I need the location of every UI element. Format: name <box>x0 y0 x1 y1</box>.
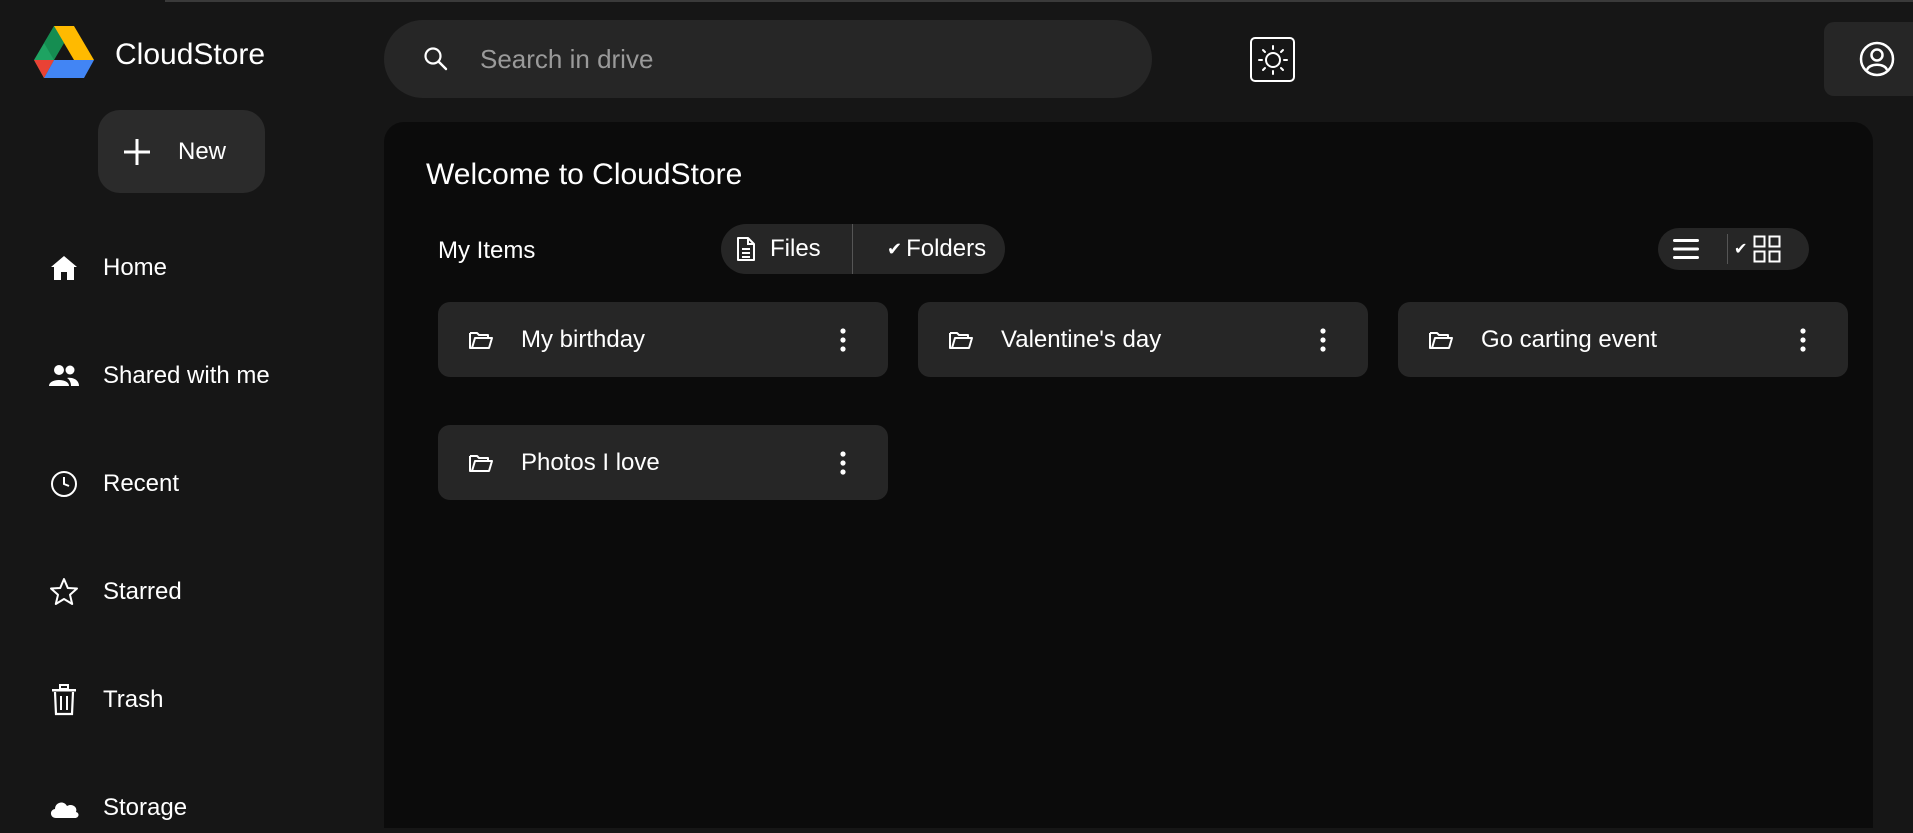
folder-card[interactable]: Valentine's day <box>918 302 1368 377</box>
folder-name: Photos I love <box>521 448 660 476</box>
folder-icon <box>469 454 493 472</box>
sidebar-item-label: Recent <box>103 470 180 497</box>
cloudstore-logo-icon <box>34 26 94 78</box>
sidebar-item-label: Starred <box>103 578 182 605</box>
list-view-icon <box>1673 239 1699 259</box>
check-icon: ✔ <box>1734 241 1748 258</box>
trash-icon <box>48 684 80 716</box>
folder-icon <box>949 331 973 349</box>
people-icon <box>48 360 80 392</box>
sun-icon <box>1257 44 1288 75</box>
sidebar-item-starred[interactable]: Starred <box>48 567 348 617</box>
account-icon <box>1859 41 1895 77</box>
account-button[interactable] <box>1824 22 1913 96</box>
filter-files-label: Files <box>770 235 821 262</box>
sidebar-item-label: Shared with me <box>103 362 270 389</box>
filter-folders-label: Folders <box>906 235 987 262</box>
search-icon <box>424 47 448 71</box>
view-mode-toggle: ✔ <box>1658 228 1809 270</box>
sidebar-item-home[interactable]: Home <box>48 243 348 293</box>
cloud-icon <box>48 792 80 824</box>
more-options-icon[interactable] <box>1308 320 1338 360</box>
folder-icon <box>469 331 493 349</box>
section-label: My Items <box>438 237 536 264</box>
star-icon <box>48 576 80 608</box>
folder-card[interactable]: My birthday <box>438 302 888 377</box>
folder-icon <box>1429 331 1453 349</box>
sidebar-item-label: Home <box>103 254 168 281</box>
sidebar-item-storage[interactable]: Storage <box>48 783 348 833</box>
grid-view-button[interactable]: ✔ <box>1728 228 1781 270</box>
grid-view-icon <box>1753 235 1781 263</box>
main-content-panel: Welcome to CloudStore My Items Files ✔ F… <box>384 122 1873 828</box>
window-top-border <box>165 0 1913 2</box>
folder-card[interactable]: Photos I love <box>438 425 888 500</box>
list-view-button[interactable] <box>1658 234 1728 264</box>
home-icon <box>48 252 80 284</box>
sidebar-item-trash[interactable]: Trash <box>48 675 348 725</box>
files-folders-filter: Files ✔ Folders <box>721 224 1005 274</box>
more-options-icon[interactable] <box>1788 320 1818 360</box>
new-button[interactable]: New <box>98 110 265 193</box>
page-title: Welcome to CloudStore <box>426 158 743 191</box>
plus-icon <box>124 138 150 165</box>
filter-files-option[interactable]: Files <box>721 224 853 274</box>
check-icon: ✔ <box>887 238 903 259</box>
file-icon <box>737 237 755 261</box>
folder-name: Go carting event <box>1481 325 1658 353</box>
folder-card[interactable]: Go carting event <box>1398 302 1848 377</box>
sidebar-item-label: Storage <box>103 794 188 821</box>
search-input[interactable] <box>480 43 1080 75</box>
search-bar[interactable] <box>384 20 1152 98</box>
theme-toggle-button[interactable] <box>1250 37 1295 82</box>
sidebar-item-shared[interactable]: Shared with me <box>48 351 348 401</box>
new-button-label: New <box>178 137 227 165</box>
more-options-icon[interactable] <box>828 443 858 483</box>
clock-icon <box>48 468 80 500</box>
sidebar-item-label: Trash <box>103 686 164 713</box>
sidebar-item-recent[interactable]: Recent <box>48 459 348 509</box>
brand-name: CloudStore <box>115 38 266 71</box>
more-options-icon[interactable] <box>828 320 858 360</box>
folder-name: Valentine's day <box>1001 325 1162 353</box>
filter-folders-option[interactable]: ✔ Folders <box>853 224 986 274</box>
folder-name: My birthday <box>521 325 646 353</box>
